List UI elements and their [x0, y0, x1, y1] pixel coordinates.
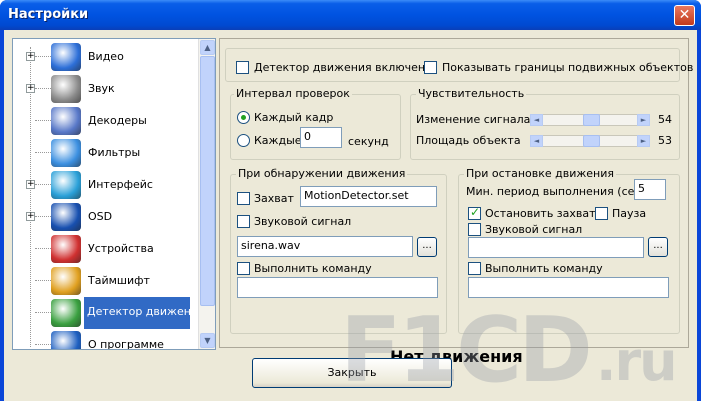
letter-a-icon: [51, 203, 81, 231]
tree-item-label: О программе: [88, 338, 164, 350]
monitor-icon: [51, 43, 81, 71]
expand-plus-icon[interactable]: +: [26, 180, 35, 189]
tree-item-label: Таймшифт: [88, 274, 150, 287]
tree-item-label: Фильтры: [88, 146, 141, 159]
scroll-up-arrow-icon[interactable]: ▲: [200, 40, 215, 55]
tree-item-windows[interactable]: Фильтры: [13, 137, 199, 169]
every-frame-label: Каждый кадр: [254, 111, 334, 124]
stop-capture-label: Остановить захват: [485, 207, 596, 220]
on-stop-group-title: При остановке движения: [464, 167, 617, 180]
show-bounds-checkbox[interactable]: [424, 61, 437, 74]
tree-item-help[interactable]: О программе: [13, 329, 199, 350]
site-watermark-suffix: .ru: [596, 330, 678, 393]
detect-sound-checkbox[interactable]: [237, 215, 250, 228]
tree-item-label: Звук: [88, 82, 115, 95]
tree-item-monitor[interactable]: + Видео: [13, 41, 199, 73]
stop-capture-checkbox[interactable]: [468, 205, 481, 220]
scroll-thumb[interactable]: [200, 56, 215, 306]
detector-enabled-label: Детектор движения включен: [254, 61, 426, 74]
signal-change-label: Изменение сигнала: [416, 113, 531, 126]
slider-right-arrow-icon[interactable]: ►: [637, 114, 650, 126]
object-area-value: 53: [658, 134, 672, 147]
tree-item-label: Видео: [88, 50, 124, 63]
stop-sound-label: Звуковой сигнал: [485, 223, 583, 236]
help-icon: [51, 331, 81, 349]
stop-sound-browse-button[interactable]: ...: [648, 237, 668, 257]
settings-category-tree: + Видео + Звук Декодеры Фильтры + Интерфейс + OSD…: [12, 38, 216, 350]
stop-command-checkbox[interactable]: [468, 262, 481, 275]
gears-icon: [51, 107, 81, 135]
site-watermark: F1CD: [340, 298, 593, 401]
object-area-label: Площадь объекта: [416, 134, 521, 147]
detect-command-checkbox[interactable]: [237, 262, 250, 275]
shield-icon: [51, 299, 81, 327]
tree-item-touch[interactable]: + Интерфейс: [13, 169, 199, 201]
tree-item-shapes[interactable]: Устройства: [13, 233, 199, 265]
windows-icon: [51, 139, 81, 167]
capture-label: Захват: [254, 192, 294, 205]
signal-change-slider[interactable]: ◄ ►: [530, 114, 650, 126]
detect-sound-browse-button[interactable]: ...: [417, 237, 437, 257]
show-bounds-label: Показывать границы подвижных объектов: [442, 61, 694, 74]
detector-enabled-checkbox[interactable]: [236, 61, 249, 74]
settings-window: Настройки ✕ + Видео + Звук Декодеры Фильтры + И…: [0, 0, 701, 401]
every-n-seconds-radio[interactable]: [237, 134, 250, 147]
tree-item-speaker[interactable]: + Звук: [13, 73, 199, 105]
close-window-button[interactable]: ✕: [674, 5, 695, 26]
signal-change-value: 54: [658, 113, 672, 126]
tree-item-label: Устройства: [88, 242, 154, 255]
min-period-input[interactable]: 5: [634, 179, 666, 200]
tree-item-label: Детектор движения: [84, 297, 205, 329]
shapes-icon: [51, 235, 81, 263]
expand-plus-icon[interactable]: +: [26, 84, 35, 93]
scroll-down-arrow-icon[interactable]: ▼: [200, 333, 215, 348]
slider-thumb[interactable]: [583, 135, 600, 147]
min-period-label: Мин. период выполнения (сек): [466, 185, 646, 198]
tree-item-shield[interactable]: Детектор движения: [13, 297, 205, 329]
slider-left-arrow-icon[interactable]: ◄: [530, 135, 543, 147]
seconds-label: секунд: [348, 135, 389, 148]
capture-checkbox[interactable]: [237, 192, 250, 205]
sensitivity-group: [410, 94, 680, 160]
slider-thumb[interactable]: [583, 114, 600, 126]
tree-scrollbar[interactable]: ▲ ▼: [198, 39, 215, 349]
watermark-text: F1CD: [340, 298, 593, 401]
detect-command-label: Выполнить команду: [254, 262, 372, 275]
clock-icon: [51, 267, 81, 295]
speaker-icon: [51, 75, 81, 103]
expand-plus-icon[interactable]: +: [26, 212, 35, 221]
capture-file-input[interactable]: MotionDetector.set: [300, 186, 437, 207]
every-frame-radio[interactable]: [237, 111, 250, 124]
object-area-slider[interactable]: ◄ ►: [530, 135, 650, 147]
title-bar[interactable]: Настройки ✕: [0, 0, 701, 30]
slider-left-arrow-icon[interactable]: ◄: [530, 114, 543, 126]
stop-command-input[interactable]: [468, 277, 669, 298]
tree-item-gears[interactable]: Декодеры: [13, 105, 199, 137]
tree-item-clock[interactable]: Таймшифт: [13, 265, 199, 297]
detect-sound-label: Звуковой сигнал: [254, 215, 352, 228]
touch-icon: [51, 171, 81, 199]
interval-group-title: Интервал проверок: [234, 87, 352, 100]
window-title: Настройки: [8, 7, 89, 22]
stop-sound-checkbox[interactable]: [468, 223, 481, 236]
sensitivity-group-title: Чувствительность: [416, 87, 527, 100]
expand-plus-icon[interactable]: +: [26, 52, 35, 61]
tree-item-label: Декодеры: [88, 114, 147, 127]
detect-sound-file-input[interactable]: sirena.wav: [237, 236, 413, 257]
pause-label: Пауза: [612, 207, 647, 220]
detect-command-input[interactable]: [237, 277, 438, 298]
stop-sound-file-input[interactable]: [468, 237, 644, 258]
tree-item-letter-a[interactable]: + OSD: [13, 201, 199, 233]
slider-right-arrow-icon[interactable]: ►: [637, 135, 650, 147]
every-label: Каждые: [254, 134, 302, 147]
stop-command-label: Выполнить команду: [485, 262, 603, 275]
on-detect-group-title: При обнаружении движения: [236, 167, 408, 180]
interval-seconds-input[interactable]: 0: [300, 127, 342, 148]
tree-item-label: Интерфейс: [88, 178, 153, 191]
pause-checkbox[interactable]: [595, 207, 608, 220]
tree-item-label: OSD: [88, 210, 113, 223]
